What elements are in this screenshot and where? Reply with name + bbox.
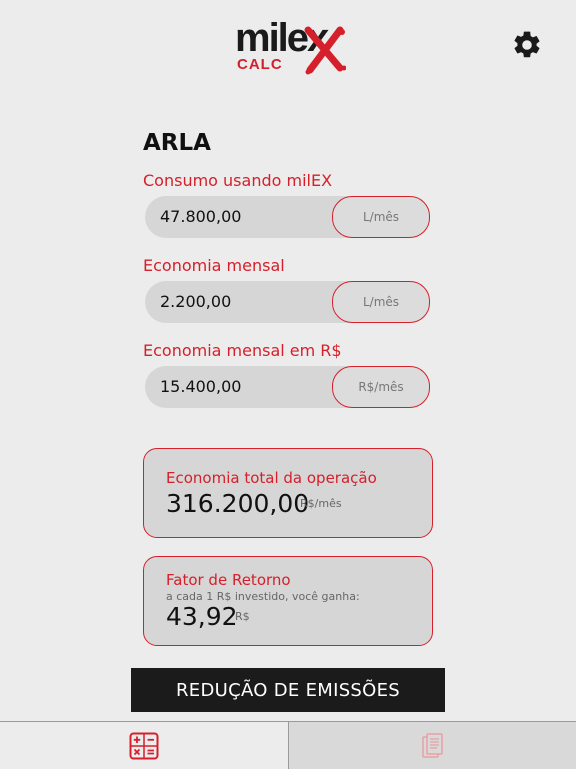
tab-bar xyxy=(0,721,576,769)
fator-retorno-unit: R$ xyxy=(235,610,250,623)
gear-icon[interactable] xyxy=(511,29,543,61)
economia-reais-value: 15.400,00 xyxy=(160,377,242,396)
economia-mensal-unit[interactable]: L/mês xyxy=(332,281,430,323)
logo-x-mark-icon xyxy=(304,26,346,75)
milex-logo: milex CALC xyxy=(232,16,346,82)
fator-retorno-value: 43,92 xyxy=(166,602,238,631)
calculator-icon xyxy=(129,732,159,759)
fator-retorno-card: Fator de Retorno a cada 1 R$ investido, … xyxy=(143,556,433,646)
reducao-emissoes-button[interactable]: REDUÇÃO DE EMISSÕES xyxy=(131,668,445,712)
economia-mensal-value: 2.200,00 xyxy=(160,292,232,311)
section-title: ARLA xyxy=(143,130,211,156)
consumo-value: 47.800,00 xyxy=(160,207,242,226)
economia-reais-unit[interactable]: R$/mês xyxy=(332,366,430,408)
tab-reports[interactable] xyxy=(288,722,576,769)
economia-total-value: 316.200,00 xyxy=(166,489,310,518)
consumo-field[interactable]: 47.800,00 L/mês xyxy=(145,196,430,238)
economia-total-card: Economia total da operação 316.200,00 R$… xyxy=(143,448,433,538)
economia-mensal-field[interactable]: 2.200,00 L/mês xyxy=(145,281,430,323)
consumo-unit[interactable]: L/mês xyxy=(332,196,430,238)
economia-total-title: Economia total da operação xyxy=(166,469,377,487)
documents-icon xyxy=(422,732,443,758)
logo-sub: CALC xyxy=(237,56,283,73)
consumo-label: Consumo usando milEX xyxy=(143,171,333,190)
tab-calculator[interactable] xyxy=(0,722,288,769)
economia-mensal-label: Economia mensal xyxy=(143,256,285,275)
economia-reais-label: Economia mensal em R$ xyxy=(143,341,342,360)
economia-reais-field[interactable]: 15.400,00 R$/mês xyxy=(145,366,430,408)
fator-retorno-title: Fator de Retorno xyxy=(166,571,291,589)
economia-total-unit: R$/mês xyxy=(300,497,342,510)
